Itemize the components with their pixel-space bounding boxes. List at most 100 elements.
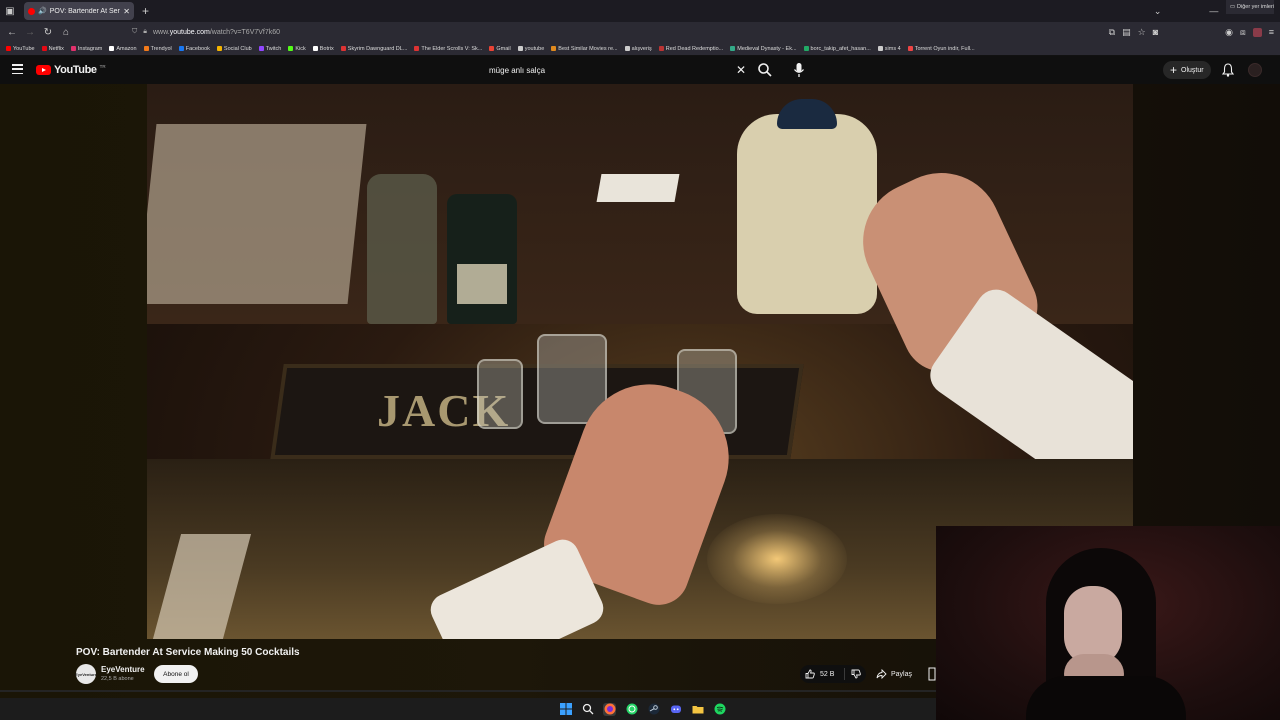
discord-icon[interactable] <box>669 703 682 716</box>
guide-menu-icon[interactable] <box>12 64 23 74</box>
forward-icon[interactable]: → <box>21 27 39 38</box>
bookmark-favicon-icon <box>551 46 557 51</box>
reader-view-icon[interactable]: ▤ <box>1122 27 1131 38</box>
bookmark-favicon-icon <box>109 46 115 51</box>
bookmark-label: The Elder Scrolls V: Sk... <box>421 45 483 52</box>
url-text[interactable]: www.youtube.com/watch?v=T6V7Vf7k60 <box>153 29 280 36</box>
bookmark-item[interactable]: Medieval Dynasty - Ek... <box>730 46 797 52</box>
subscriber-count: 22,5 B abone <box>101 676 134 682</box>
bookmark-favicon-icon <box>907 46 913 51</box>
firefox-icon[interactable] <box>603 702 616 716</box>
bookmark-favicon-icon <box>517 46 523 51</box>
bookmark-item[interactable]: Gmail <box>489 46 511 52</box>
bookmark-item[interactable]: Red Dead Redemptio... <box>658 46 723 52</box>
search-icon[interactable] <box>757 62 773 78</box>
tab-overflow-chevron-icon[interactable]: ⌄ <box>1154 6 1162 17</box>
subscribe-button[interactable]: Abone ol <box>154 665 198 683</box>
bookmark-item[interactable]: borc_takip_afet_hasan... <box>803 46 871 52</box>
picture-in-picture-icon[interactable]: ⧉ <box>1109 27 1115 38</box>
share-button[interactable]: Paylaş <box>872 665 918 683</box>
screenshot-icon[interactable]: ◙ <box>1153 27 1158 37</box>
like-button[interactable]: 52 B <box>800 669 844 679</box>
bookmark-favicon-icon <box>143 46 149 51</box>
url-domain: youtube.com <box>169 28 210 36</box>
minimize-icon[interactable]: — <box>1209 6 1218 16</box>
webcam-person-body <box>1026 676 1186 720</box>
speaker-icon[interactable]: 🔊 <box>38 7 47 15</box>
bookmark-item[interactable]: alışveriş <box>624 45 652 52</box>
bookmark-item[interactable]: Trendyol <box>143 46 172 52</box>
channel-name[interactable]: EyeVenture <box>101 665 145 674</box>
bookmark-item[interactable]: Kick <box>288 46 306 52</box>
download-icon[interactable] <box>928 667 936 681</box>
menu-icon[interactable]: ≡ <box>1269 27 1274 37</box>
bookmark-favicon-icon <box>877 46 883 51</box>
youtube-favicon-icon <box>28 7 35 15</box>
menu-board <box>147 124 367 304</box>
steam-icon[interactable] <box>647 703 660 716</box>
youtube-logo[interactable]: YouTube TR <box>36 64 106 76</box>
bookmark-item[interactable]: Instagram <box>70 46 102 52</box>
account-icon[interactable]: ◉ <box>1225 27 1233 38</box>
windows-start-icon[interactable] <box>559 703 572 716</box>
dislike-button[interactable] <box>845 669 866 679</box>
bookmark-item[interactable]: Amazon <box>109 45 137 52</box>
close-tab-icon[interactable]: ✕ <box>123 7 130 16</box>
home-icon[interactable]: ⌂ <box>57 27 75 38</box>
lock-icon[interactable]: 🔒︎ <box>143 28 147 36</box>
file-explorer-icon[interactable] <box>691 703 704 716</box>
url-bar[interactable]: ⛉ 🔒︎ www.youtube.com/watch?v=T6V7Vf7k60 <box>132 24 1132 40</box>
bookmark-item[interactable]: Botrix <box>312 45 334 52</box>
thumbs-up-icon <box>805 669 815 679</box>
browser-tab-strip: ▣ 🔊 POV: Bartender At Service | ✕ + ⌄ — … <box>0 0 1280 22</box>
new-tab-icon[interactable]: + <box>142 4 149 18</box>
bookmark-item[interactable]: sims 4 <box>877 46 901 52</box>
microphone-icon[interactable] <box>792 62 806 78</box>
extension-badge-icon[interactable] <box>1252 27 1262 37</box>
other-bookmarks[interactable]: ▭ Diğer yer imleri <box>1225 0 1274 14</box>
create-button[interactable]: + Oluştur <box>1163 61 1211 79</box>
account-avatar[interactable] <box>1248 63 1262 77</box>
bookmark-label: alışveriş <box>631 45 652 52</box>
back-icon[interactable]: ← <box>3 27 21 38</box>
bottle-green <box>447 194 517 324</box>
bookmark-item[interactable]: youtube <box>517 46 544 52</box>
napkin <box>596 174 680 202</box>
bookmark-item[interactable]: Best Similar Movies re... <box>551 46 618 52</box>
bookmark-item[interactable]: The Elder Scrolls V: Sk... <box>414 46 482 52</box>
bookmark-label: Netflix <box>48 45 64 52</box>
tab-list-icon[interactable]: ▣ <box>0 0 20 22</box>
whatsapp-icon[interactable] <box>625 703 638 716</box>
bookmark-label: Amazon <box>116 45 137 52</box>
share-label: Paylaş <box>891 670 913 678</box>
bookmark-favicon-icon <box>340 46 346 51</box>
extensions-icon[interactable]: ⧈ <box>1240 27 1246 38</box>
browser-tab-active[interactable]: 🔊 POV: Bartender At Service | ✕ <box>24 2 134 20</box>
bookmark-item[interactable]: Social Club <box>216 45 252 52</box>
bookmark-item[interactable]: Skyrim Dawnguard DL... <box>340 46 407 52</box>
bookmark-favicon-icon <box>414 46 420 51</box>
bookmark-label: Social Club <box>223 45 252 52</box>
bookmark-label: Botrix <box>319 45 334 52</box>
bookmark-item[interactable]: Torrent Oyun indir, Full... <box>907 46 975 52</box>
bookmark-favicon-icon <box>178 46 184 51</box>
bottle-clear <box>367 174 437 324</box>
youtube-play-icon <box>36 65 51 75</box>
bookmark-item[interactable]: Netflix <box>41 45 64 52</box>
bookmark-star-icon[interactable]: ☆ <box>1138 27 1146 38</box>
search-input[interactable] <box>489 65 709 75</box>
bookmark-favicon-icon <box>288 46 294 51</box>
clear-search-icon[interactable]: ✕ <box>736 63 746 77</box>
reload-icon[interactable]: ↻ <box>39 27 57 38</box>
search-box[interactable]: ✕ <box>482 60 752 80</box>
windows-taskbar <box>0 698 936 720</box>
bookmark-item[interactable]: Twitch <box>258 46 281 52</box>
nav-toolbar-right: ⧉ ▤ ☆ ◙ ◉ ⧈ ≡ <box>1109 24 1274 40</box>
shield-icon[interactable]: ⛉ <box>132 28 137 36</box>
bookmark-item[interactable]: YouTube <box>6 46 35 52</box>
channel-avatar[interactable]: EyeVenture <box>75 664 97 684</box>
taskbar-search-icon[interactable] <box>581 703 594 716</box>
notifications-bell-icon[interactable] <box>1222 63 1234 77</box>
spotify-icon[interactable] <box>713 703 726 716</box>
bookmark-item[interactable]: Facebook <box>178 46 210 52</box>
